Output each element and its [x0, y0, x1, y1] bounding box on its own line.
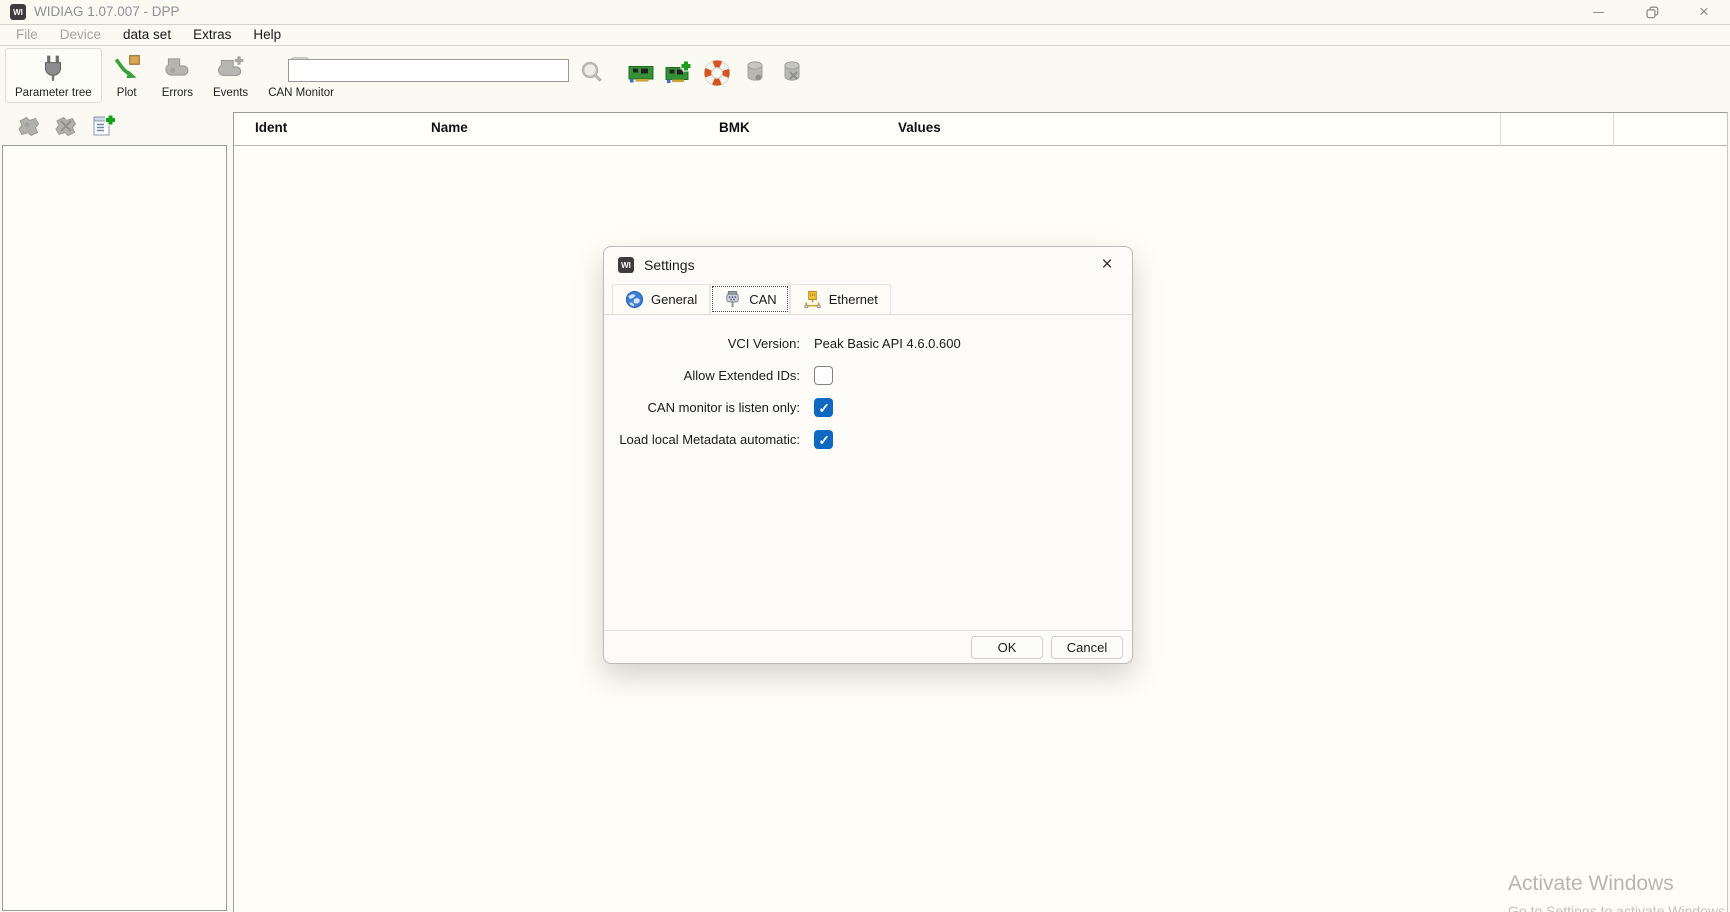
search-input[interactable] — [288, 59, 569, 82]
can-monitor-listen-only-checkbox[interactable] — [814, 398, 833, 417]
watermark-line2: Go to Settings to activate Windows. — [1508, 903, 1730, 912]
tab-can-label: CAN — [749, 292, 776, 307]
search-icon[interactable] — [578, 59, 606, 87]
column-separator — [1613, 113, 1614, 146]
help-lifebuoy-icon[interactable] — [703, 59, 731, 87]
tab-can[interactable]: CAN — [710, 284, 789, 314]
errors-icon — [162, 53, 192, 83]
app-icon: WI — [10, 4, 26, 20]
tab-ethernet-label: Ethernet — [829, 292, 878, 307]
close-button[interactable]: × — [1681, 0, 1727, 24]
disconnect-device-icon[interactable] — [52, 112, 80, 140]
app-window: WI WIDIAG 1.07.007 - DPP × File Device d… — [0, 0, 1730, 912]
watermark-line1: Activate Windows — [1508, 872, 1730, 896]
minimize-icon — [1593, 12, 1604, 13]
column-header-bmk[interactable]: BMK — [719, 120, 750, 135]
ethernet-icon — [803, 290, 822, 309]
errors-button[interactable]: Errors — [152, 48, 203, 103]
allow-extended-ids-row: Allow Extended IDs: — [604, 366, 1132, 385]
menu-extras[interactable]: Extras — [182, 25, 242, 45]
menu-help[interactable]: Help — [242, 25, 292, 45]
tab-general[interactable]: General — [612, 284, 710, 314]
plot-label: Plot — [117, 87, 137, 99]
dialog-close-button[interactable]: × — [1096, 254, 1118, 276]
restore-icon — [1646, 6, 1659, 19]
column-separator — [1500, 113, 1501, 146]
close-icon: × — [1699, 2, 1709, 22]
menu-data-set[interactable]: data set — [112, 25, 182, 45]
load-local-metadata-row: Load local Metadata automatic: — [604, 430, 1132, 449]
dialog-app-icon: WI — [618, 257, 634, 273]
ok-button[interactable]: OK — [971, 636, 1043, 659]
menu-file[interactable]: File — [5, 25, 49, 45]
load-local-metadata-label: Load local Metadata automatic: — [604, 432, 814, 447]
dialog-title-bar: WI Settings × — [604, 247, 1132, 283]
vci-version-row: VCI Version: Peak Basic API 4.6.0.600 — [604, 334, 1132, 353]
errors-label: Errors — [162, 87, 193, 99]
parameter-tree-button[interactable]: Parameter tree — [5, 48, 102, 103]
dialog-close-icon: × — [1101, 254, 1112, 276]
plot-button[interactable]: Plot — [102, 48, 152, 103]
events-label: Events — [213, 87, 248, 99]
can-monitor-listen-only-label: CAN monitor is listen only: — [604, 400, 814, 415]
pcb-card-icon[interactable] — [627, 59, 655, 87]
vci-version-label: VCI Version: — [604, 336, 814, 351]
pcb-card-add-icon[interactable] — [665, 59, 693, 87]
allow-extended-ids-checkbox[interactable] — [814, 366, 833, 385]
settings-dialog: WI Settings × General — [603, 246, 1133, 664]
minimize-button[interactable] — [1575, 0, 1621, 24]
allow-extended-ids-label: Allow Extended IDs: — [604, 368, 814, 383]
dialog-title: Settings — [644, 257, 695, 273]
can-monitor-listen-only-row: CAN monitor is listen only: — [604, 398, 1132, 417]
settings-tab-strip: General CAN — [604, 283, 1132, 315]
can-connector-icon — [723, 290, 742, 309]
column-header-values[interactable]: Values — [898, 120, 941, 135]
plug-icon — [38, 53, 68, 83]
tab-ethernet[interactable]: Ethernet — [790, 284, 891, 314]
connect-device-icon[interactable] — [15, 112, 43, 140]
menu-device[interactable]: Device — [49, 25, 112, 45]
load-local-metadata-checkbox[interactable] — [814, 430, 833, 449]
cancel-button[interactable]: Cancel — [1051, 636, 1123, 659]
tab-general-label: General — [651, 292, 697, 307]
device-icon-disabled-2[interactable] — [778, 59, 806, 87]
device-icon-disabled[interactable] — [741, 59, 769, 87]
add-dataset-icon[interactable] — [90, 112, 118, 140]
events-icon — [216, 53, 246, 83]
can-monitor-label: CAN Monitor — [268, 87, 334, 99]
parameter-tree-label: Parameter tree — [15, 87, 92, 99]
main-toolbar: Parameter tree Plot Errors — [0, 46, 1730, 110]
title-bar: WI WIDIAG 1.07.007 - DPP × — [0, 0, 1730, 24]
column-header-name[interactable]: Name — [431, 120, 468, 135]
column-header-ident[interactable]: Ident — [255, 120, 287, 135]
settings-can-page: VCI Version: Peak Basic API 4.6.0.600 Al… — [604, 315, 1132, 449]
globe-icon — [625, 290, 644, 309]
menu-bar: File Device data set Extras Help — [0, 24, 1730, 46]
parameter-tree-panel[interactable] — [2, 145, 227, 911]
plot-icon — [112, 53, 142, 83]
vci-version-value: Peak Basic API 4.6.0.600 — [814, 336, 961, 351]
dialog-footer: OK Cancel — [604, 630, 1132, 663]
window-title: WIDIAG 1.07.007 - DPP — [34, 4, 180, 19]
activate-windows-watermark: Activate Windows Go to Settings to activ… — [1508, 872, 1730, 912]
restore-button[interactable] — [1629, 0, 1675, 24]
table-header-row: Ident Name BMK Values — [234, 113, 1727, 146]
events-button[interactable]: Events — [203, 48, 258, 103]
